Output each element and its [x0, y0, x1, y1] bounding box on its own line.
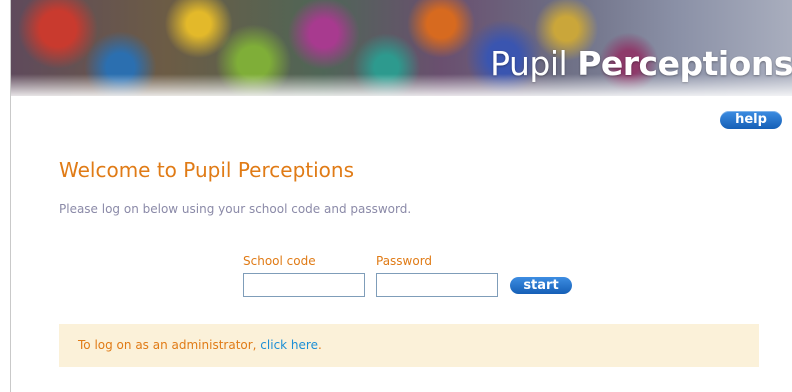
brand-logo: Pupil Perceptions [490, 44, 792, 83]
admin-notice: To log on as an administrator, click her… [59, 324, 759, 367]
header-banner: Pupil Perceptions [11, 0, 792, 96]
school-code-label: School code [243, 254, 316, 268]
page-frame: Pupil Perceptions help Welcome to Pupil … [10, 0, 792, 392]
admin-notice-text: To log on as an administrator, [78, 338, 261, 352]
page-title: Welcome to Pupil Perceptions [59, 158, 354, 182]
brand-text-part1: Pupil [490, 44, 578, 83]
school-code-input[interactable] [243, 273, 365, 297]
start-button[interactable]: start [510, 277, 572, 294]
intro-text: Please log on below using your school co… [59, 202, 412, 216]
password-label: Password [376, 254, 433, 268]
brand-text-part2: Perceptions [577, 44, 792, 83]
help-button[interactable]: help [720, 111, 782, 129]
admin-login-link[interactable]: click here [260, 338, 318, 352]
password-input[interactable] [376, 273, 498, 297]
admin-notice-suffix: . [317, 338, 322, 352]
